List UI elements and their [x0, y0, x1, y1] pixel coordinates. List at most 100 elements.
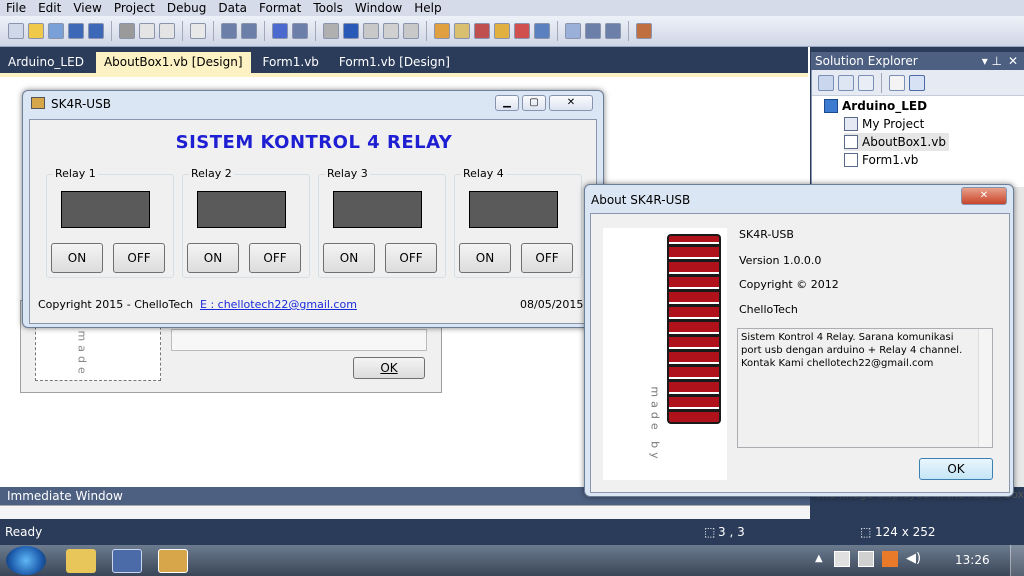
device-icon[interactable] [858, 551, 874, 567]
toolbar-separator [628, 21, 629, 41]
about-ok-button[interactable]: OK [919, 458, 993, 480]
save-all-icon[interactable] [88, 23, 104, 39]
properties-icon[interactable] [818, 74, 834, 91]
output-icon[interactable] [534, 23, 550, 39]
menu-tools[interactable]: Tools [307, 0, 349, 16]
tab-2[interactable]: Form1.vb [255, 52, 327, 73]
logo-graphic [667, 234, 721, 424]
immediate-window-scrollbar[interactable] [0, 505, 810, 519]
undo-icon[interactable] [272, 23, 288, 39]
sk4r-app-icon[interactable] [158, 549, 188, 573]
tools-icon[interactable] [636, 23, 652, 39]
object-browser-icon[interactable] [494, 23, 510, 39]
description-textbox[interactable]: Sistem Kontrol 4 Relay. Sarana komunikas… [737, 328, 993, 448]
align-icon[interactable] [605, 23, 621, 39]
volume-icon[interactable]: ◀) [906, 551, 921, 566]
explorer-icon[interactable] [66, 549, 96, 573]
ok-button-designer[interactable]: OK [353, 357, 425, 379]
close-button[interactable]: ✕ [549, 95, 593, 111]
copy-icon[interactable] [139, 23, 155, 39]
properties-window-icon[interactable] [454, 23, 470, 39]
save-icon[interactable] [68, 23, 84, 39]
stop-icon[interactable] [343, 23, 359, 39]
menu-view[interactable]: View [67, 0, 107, 16]
solution-explorer-icon[interactable] [434, 23, 450, 39]
description-scrollbar[interactable] [978, 329, 992, 447]
find-icon[interactable] [190, 23, 206, 39]
solution-explorer-toolbar [812, 70, 1024, 96]
relay-indicator [61, 191, 150, 228]
about-close-button[interactable]: ✕ [961, 187, 1007, 205]
cut-icon[interactable] [119, 23, 135, 39]
menu-data[interactable]: Data [212, 0, 253, 16]
tree-item-label: My Project [862, 117, 925, 131]
add-item-icon[interactable] [48, 23, 64, 39]
tray-arrow-icon[interactable]: ▲ [815, 553, 823, 564]
clock[interactable]: 13:26 [955, 553, 990, 567]
start-button[interactable] [6, 546, 46, 575]
size-icon: ⬚ [860, 525, 872, 539]
menu-format[interactable]: Format [253, 0, 307, 16]
menu-file[interactable]: File [0, 0, 32, 16]
close-icon[interactable]: ✕ [1008, 52, 1018, 70]
tree-item-form1[interactable]: Form1.vb [844, 151, 918, 169]
menu-help[interactable]: Help [408, 0, 447, 16]
tree-item-my-project[interactable]: My Project [844, 115, 924, 133]
open-file-icon[interactable] [28, 23, 44, 39]
menu-window[interactable]: Window [349, 0, 408, 16]
comment-icon[interactable] [221, 23, 237, 39]
form-file-icon [844, 135, 858, 149]
visual-studio-icon[interactable] [112, 549, 142, 573]
toolbox-icon[interactable] [474, 23, 490, 39]
paste-icon[interactable] [159, 23, 175, 39]
menu-debug[interactable]: Debug [161, 0, 212, 16]
error-list-icon[interactable] [514, 23, 530, 39]
main-window: SK4R-USB ▁ ▢ ✕ SISTEM KONTROL 4 RELAY Re… [22, 90, 604, 328]
step-over-icon[interactable] [383, 23, 399, 39]
navigate-icon[interactable] [565, 23, 581, 39]
show-desktop-button[interactable] [1010, 545, 1024, 576]
maximize-button[interactable]: ▢ [522, 95, 546, 111]
uncomment-icon[interactable] [241, 23, 257, 39]
toolbar-separator [264, 21, 265, 41]
relay-2-off-button[interactable]: OFF [249, 243, 301, 273]
network-icon[interactable] [834, 551, 850, 567]
tab-1[interactable]: AboutBox1.vb [Design] [95, 52, 251, 73]
menu-edit[interactable]: Edit [32, 0, 67, 16]
relay-label: Relay 1 [53, 167, 98, 180]
step-out-icon[interactable] [403, 23, 419, 39]
view-designer-icon[interactable] [909, 74, 925, 91]
step-into-icon[interactable] [363, 23, 379, 39]
main-client-area: SISTEM KONTROL 4 RELAY Relay 1 ON OFF Re… [29, 119, 597, 324]
redo-icon[interactable] [292, 23, 308, 39]
tab-3[interactable]: Form1.vb [Design] [331, 52, 458, 73]
cursor-position-icon: ⬚ [704, 525, 716, 539]
menu-project[interactable]: Project [108, 0, 161, 16]
version-label: Version 1.0.0.0 [739, 254, 822, 267]
email-link[interactable]: E : chellotech22@gmail.com [200, 298, 357, 311]
refresh-icon[interactable] [858, 74, 874, 91]
relay-3-on-button[interactable]: ON [323, 243, 375, 273]
pin-icon[interactable]: ▾ ⊥ [982, 52, 1002, 70]
tree-project[interactable]: Arduino_LED [824, 97, 927, 115]
new-project-icon[interactable] [8, 23, 24, 39]
relay-3-off-button[interactable]: OFF [385, 243, 437, 273]
relay-4-on-button[interactable]: ON [459, 243, 511, 273]
relay-4-off-button[interactable]: OFF [521, 243, 573, 273]
start-debug-icon[interactable] [323, 23, 339, 39]
show-all-files-icon[interactable] [838, 74, 854, 91]
layout-icon[interactable] [585, 23, 601, 39]
product-name: SK4R-USB [739, 228, 794, 241]
toolbar-separator [881, 72, 882, 93]
company-name: ChelloTech [739, 303, 798, 316]
relay-1-off-button[interactable]: OFF [113, 243, 165, 273]
status-ready: Ready [5, 525, 43, 539]
relay-2-on-button[interactable]: ON [187, 243, 239, 273]
signal-icon[interactable] [882, 551, 898, 567]
tree-item-aboutbox[interactable]: AboutBox1.vb [844, 133, 949, 151]
about-dialog: About SK4R-USB ✕ made by SK4R-USB Versio… [584, 184, 1014, 497]
minimize-button[interactable]: ▁ [495, 95, 519, 111]
view-code-icon[interactable] [889, 74, 905, 91]
relay-1-on-button[interactable]: ON [51, 243, 103, 273]
tab-0[interactable]: Arduino_LED [0, 52, 92, 73]
